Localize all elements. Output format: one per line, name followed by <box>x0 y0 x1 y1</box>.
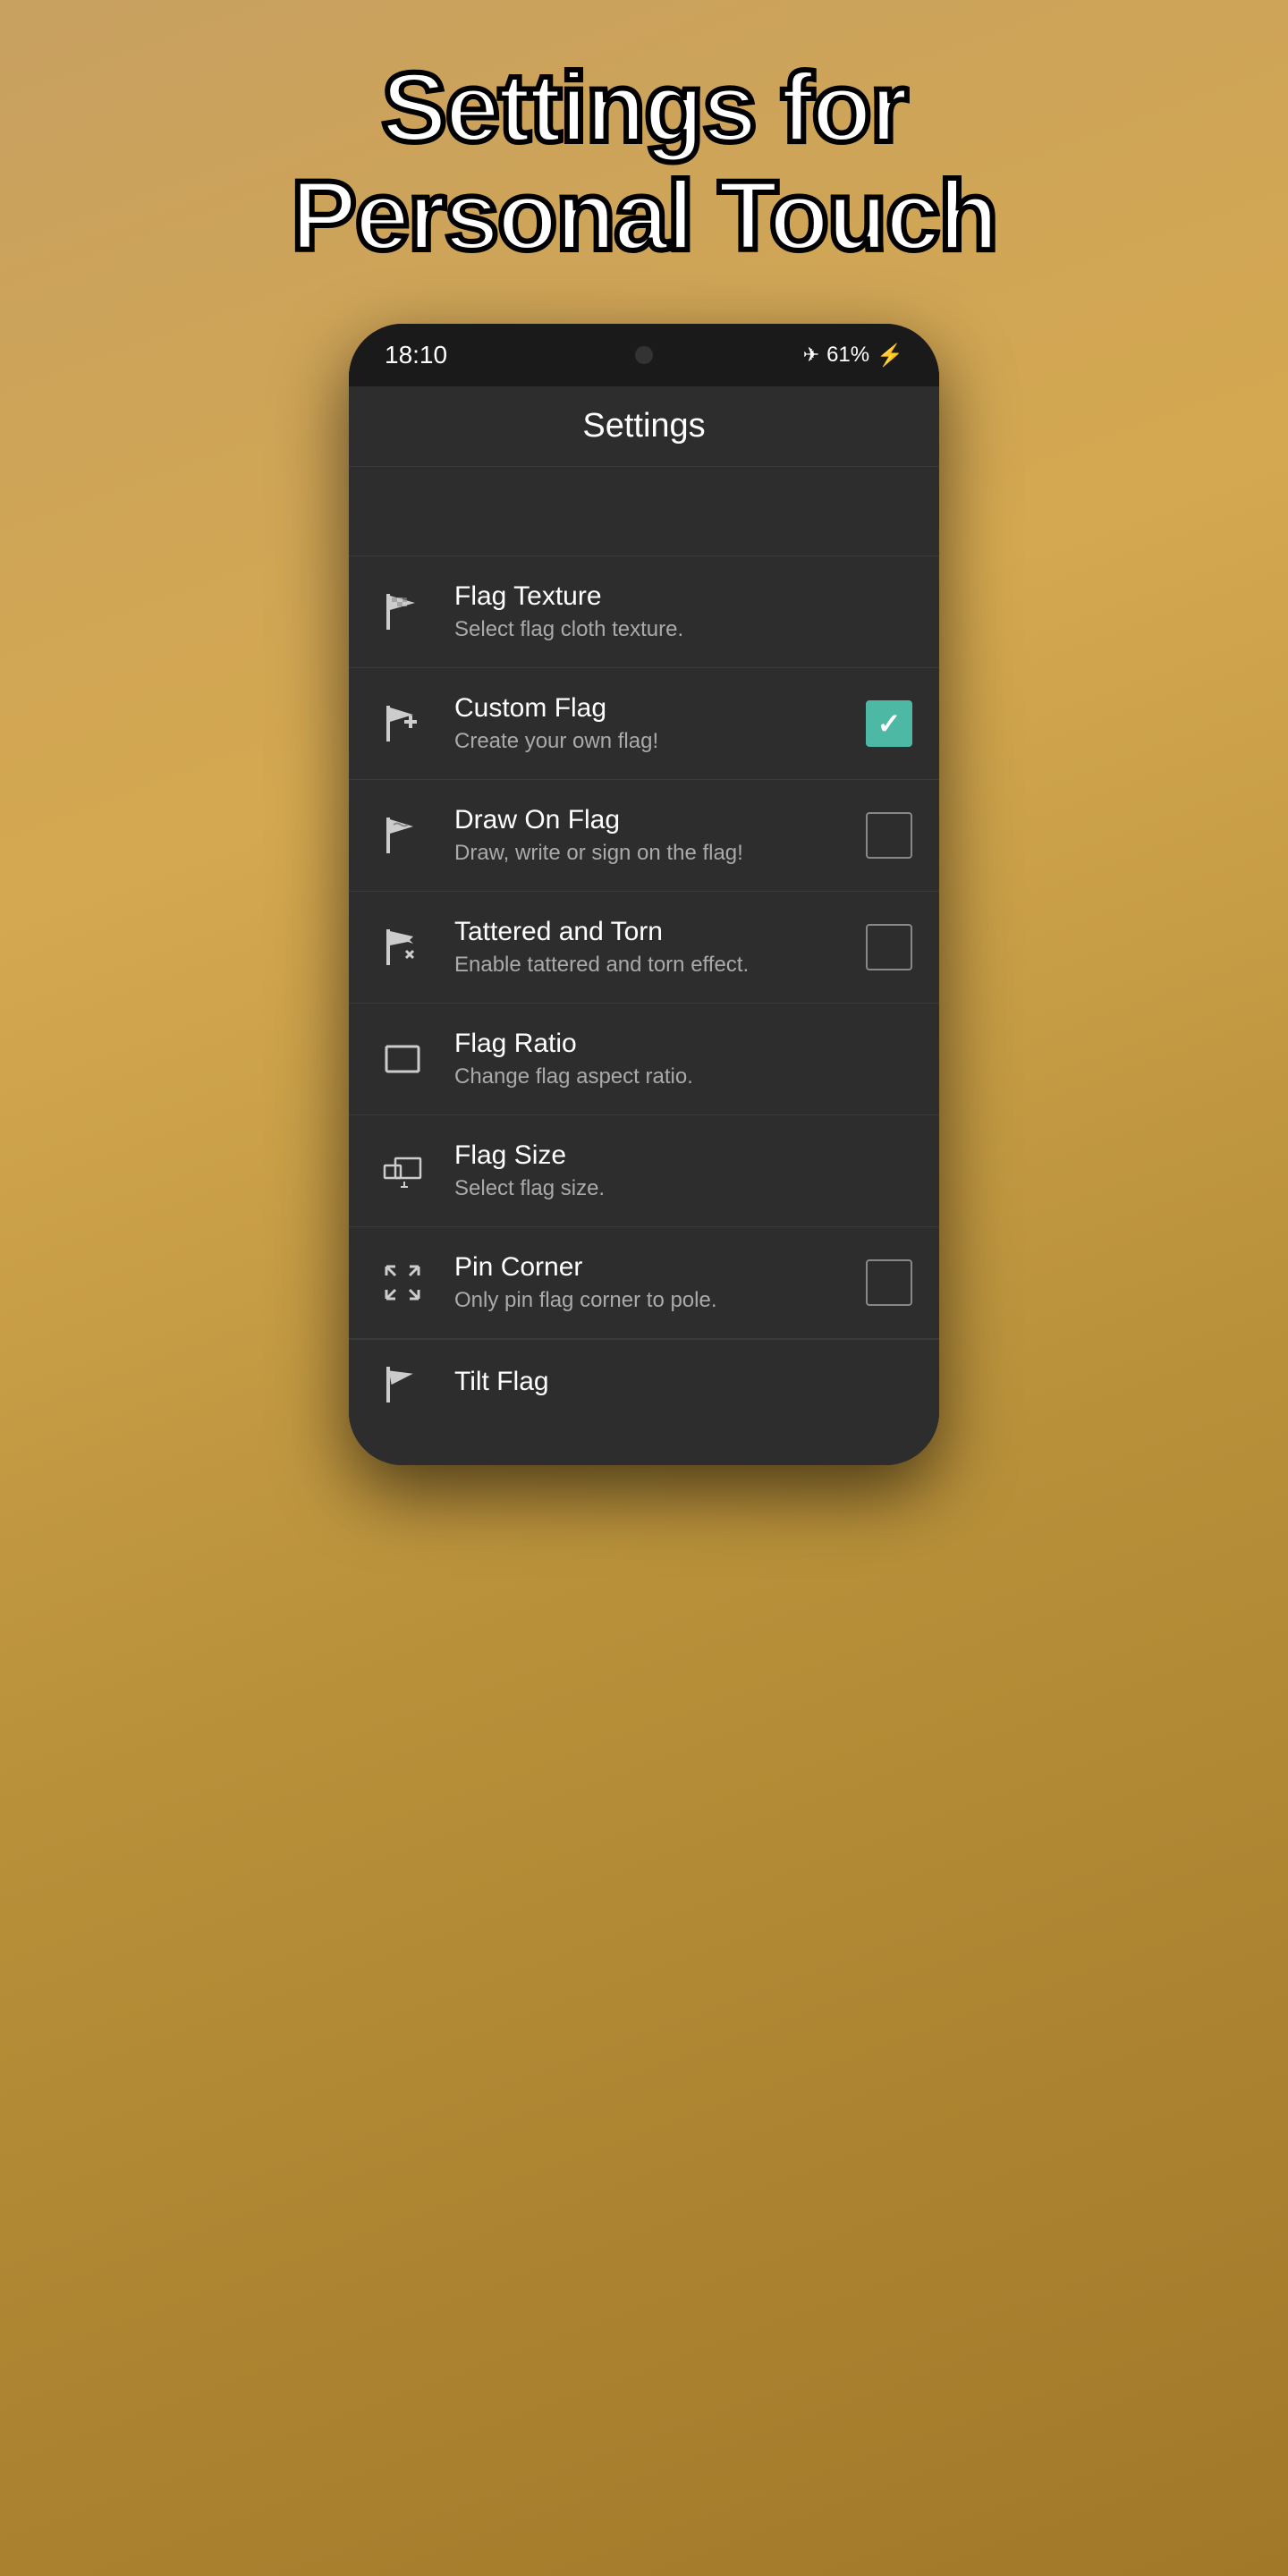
battery-level: 61% <box>826 343 869 368</box>
empty-section <box>349 467 939 556</box>
phone-bottom <box>349 1429 939 1465</box>
flag-texture-icon <box>376 585 429 639</box>
flag-texture-title: Flag Texture <box>454 581 912 612</box>
settings-list: Flag Texture Select flag cloth texture. … <box>349 556 939 1429</box>
custom-flag-item[interactable]: Custom Flag Create your own flag! ✓ <box>349 668 939 780</box>
phone-frame: 18:10 ✈ 61% ⚡ Settings <box>349 324 939 1465</box>
flag-ratio-subtitle: Change flag aspect ratio. <box>454 1064 912 1089</box>
tattered-flag-icon <box>376 920 429 974</box>
flag-texture-item[interactable]: Flag Texture Select flag cloth texture. <box>349 556 939 668</box>
pin-corner-text: Pin Corner Only pin flag corner to pole. <box>454 1252 866 1313</box>
tattered-title: Tattered and Torn <box>454 917 866 947</box>
tilt-flag-item[interactable]: Tilt Flag <box>349 1339 939 1429</box>
camera-cutout <box>635 346 653 364</box>
custom-flag-title: Custom Flag <box>454 693 866 724</box>
tilt-flag-text: Tilt Flag <box>454 1367 912 1402</box>
pin-corner-title: Pin Corner <box>454 1252 866 1283</box>
draw-flag-title: Draw On Flag <box>454 805 866 835</box>
tilt-flag-title: Tilt Flag <box>454 1367 912 1397</box>
tattered-text: Tattered and Torn Enable tattered and to… <box>454 917 866 978</box>
flag-size-title: Flag Size <box>454 1140 912 1171</box>
status-time: 18:10 <box>385 341 447 369</box>
flag-ratio-item[interactable]: Flag Ratio Change flag aspect ratio. <box>349 1004 939 1115</box>
flag-ratio-text: Flag Ratio Change flag aspect ratio. <box>454 1029 912 1089</box>
app-bar: Settings <box>349 386 939 467</box>
pin-corner-subtitle: Only pin flag corner to pole. <box>454 1288 866 1313</box>
flag-size-text: Flag Size Select flag size. <box>454 1140 912 1201</box>
status-icons: ✈ 61% ⚡ <box>803 343 903 369</box>
airplane-icon: ✈ <box>803 343 819 367</box>
draw-flag-text: Draw On Flag Draw, write or sign on the … <box>454 805 866 866</box>
draw-flag-subtitle: Draw, write or sign on the flag! <box>454 841 866 866</box>
draw-flag-item[interactable]: Draw On Flag Draw, write or sign on the … <box>349 780 939 892</box>
flag-ratio-title: Flag Ratio <box>454 1029 912 1059</box>
pin-corner-item[interactable]: Pin Corner Only pin flag corner to pole. <box>349 1227 939 1339</box>
custom-flag-text: Custom Flag Create your own flag! <box>454 693 866 754</box>
tattered-item[interactable]: Tattered and Torn Enable tattered and to… <box>349 892 939 1004</box>
pin-corner-icon <box>376 1256 429 1309</box>
bolt-icon: ⚡ <box>877 343 903 369</box>
draw-flag-icon <box>376 809 429 862</box>
flag-size-subtitle: Select flag size. <box>454 1176 912 1201</box>
page-title: Settings for Personal Touch <box>220 54 1069 270</box>
pin-corner-checkbox[interactable] <box>866 1259 912 1306</box>
flag-texture-text: Flag Texture Select flag cloth texture. <box>454 581 912 642</box>
flag-texture-subtitle: Select flag cloth texture. <box>454 617 912 642</box>
custom-flag-subtitle: Create your own flag! <box>454 729 866 754</box>
checkmark-icon: ✓ <box>877 709 902 738</box>
tattered-checkbox[interactable] <box>866 924 912 970</box>
tilt-flag-icon <box>376 1358 429 1411</box>
tattered-subtitle: Enable tattered and torn effect. <box>454 953 866 978</box>
flag-size-icon <box>376 1144 429 1198</box>
status-bar: 18:10 ✈ 61% ⚡ <box>349 324 939 386</box>
custom-flag-icon <box>376 697 429 750</box>
draw-flag-checkbox[interactable] <box>866 812 912 859</box>
flag-size-item[interactable]: Flag Size Select flag size. <box>349 1115 939 1227</box>
flag-ratio-icon <box>376 1032 429 1086</box>
custom-flag-checkbox[interactable]: ✓ <box>866 700 912 747</box>
app-bar-title: Settings <box>582 407 705 445</box>
